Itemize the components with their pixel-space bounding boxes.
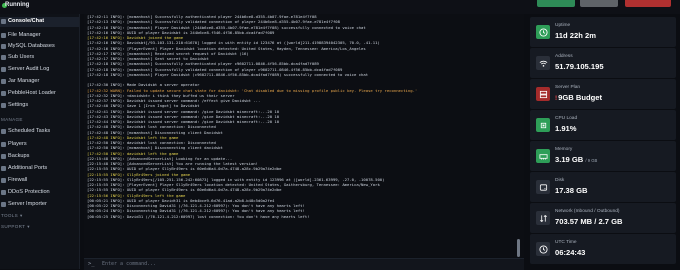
sidebar-item-firewall[interactable]: Firewall — [0, 176, 79, 186]
stat-title: UTC Time — [555, 240, 577, 245]
sidebar-item-jar-manager[interactable]: Jar Manager — [0, 77, 79, 87]
restart-button[interactable] — [580, 0, 618, 7]
server-icon — [536, 87, 550, 101]
gear-icon — [1, 103, 6, 108]
sidebar-item-backups[interactable]: Backups — [0, 152, 79, 162]
log-icon — [1, 67, 6, 72]
stat-card-memory: Memory 3.19 GB / 9 GB — [530, 141, 676, 171]
stat-title: Network (Inbound / Outbound) — [555, 209, 620, 214]
chevron-down-icon: ▾ — [20, 213, 23, 218]
stat-value: !9GB Budget — [555, 93, 602, 102]
jar-icon — [1, 79, 6, 84]
sidebar-item-server-importer[interactable]: Server Importer — [0, 200, 79, 210]
command-input[interactable] — [102, 260, 482, 268]
stat-card-time: UTC Time 06:24:43 — [530, 234, 676, 264]
calendar-icon — [1, 129, 6, 134]
wifi-icon — [536, 56, 550, 70]
console-output[interactable]: [17:42:11 INFO]: [mcmanhost] Successfull… — [84, 14, 524, 257]
users-icon — [1, 55, 6, 60]
stat-value: 17.38 GB — [555, 186, 588, 195]
sidebar-item-ddos-protection[interactable]: DDoS Protection — [0, 188, 79, 198]
sidebar-item-scheduled-tasks[interactable]: Scheduled Tasks — [0, 127, 79, 137]
stat-title: Disk — [555, 178, 565, 183]
stat-title: Address — [555, 54, 573, 59]
chevron-down-icon: ▾ — [27, 224, 30, 229]
shield-icon — [1, 190, 6, 195]
cpu-icon — [536, 118, 550, 132]
stat-value-text: 51.79.105.195 — [555, 62, 604, 71]
stat-card-plan: Server Plan !9GB Budget — [530, 79, 676, 109]
sidebar-item-server-audit-log[interactable]: Server Audit Log — [0, 65, 79, 75]
sidebar-item-players[interactable]: Players — [0, 140, 79, 150]
stat-title: CPU Load — [555, 116, 578, 121]
stat-title: Server Plan — [555, 85, 581, 90]
stat-value-text: 1.91% — [555, 124, 577, 133]
start-button[interactable] — [537, 0, 575, 7]
ports-icon — [1, 166, 6, 171]
clock-icon — [536, 25, 550, 39]
network-icon — [536, 211, 550, 225]
database-icon — [1, 44, 6, 49]
console-line: [00:05:25 INFO]: David31 (/76.121.4.212:… — [87, 213, 310, 219]
command-bar: >_ — [84, 258, 524, 270]
firewall-icon — [1, 178, 6, 183]
stat-value: 3.19 GB / 9 GB — [555, 155, 597, 164]
sidebar-item-console-chat[interactable]: Console/Chat — [0, 17, 79, 27]
sidebar: Console/Chat File Manager MySQL Database… — [0, 14, 80, 269]
stat-card-address: Address 51.79.105.195 — [530, 48, 676, 78]
stat-title: Uptime — [555, 23, 571, 28]
stat-title: Memory — [555, 147, 573, 152]
console-scrollbar[interactable] — [517, 239, 520, 257]
stat-card-network: Network (Inbound / Outbound) 703.57 MB / … — [530, 203, 676, 233]
stat-value: 06:24:43 — [555, 248, 585, 257]
stat-unit: / 9 GB — [585, 158, 598, 163]
server-status: Running — [5, 2, 30, 8]
stats-panel: Uptime 11d 22h 2m Address 51.79.105.195 Serv… — [530, 14, 677, 269]
clock-icon — [536, 242, 550, 256]
sidebar-item-file-manager[interactable]: File Manager — [0, 31, 79, 41]
backup-icon — [1, 154, 6, 159]
stat-card-uptime: Uptime 11d 22h 2m — [530, 17, 676, 47]
terminal-icon — [1, 19, 6, 24]
stat-value-text: 9GB Budget — [558, 93, 603, 102]
memory-icon — [536, 149, 550, 163]
prompt-icon: >_ — [88, 261, 95, 267]
warning-icon: ! — [555, 95, 558, 102]
sidebar-item-additional-ports[interactable]: Additional Ports — [0, 164, 79, 174]
players-icon — [1, 142, 6, 147]
loader-icon — [1, 91, 6, 96]
sidebar-item-settings[interactable]: Settings — [0, 101, 79, 111]
section-support[interactable]: SUPPORT ▾ — [1, 224, 30, 230]
sidebar-item-mysql-databases[interactable]: MySQL Databases — [0, 42, 79, 52]
stat-value-text: 3.19 GB — [555, 155, 584, 164]
stop-button[interactable] — [625, 0, 671, 7]
stat-value-text: 17.38 GB — [555, 186, 588, 195]
stat-card-disk: Disk 17.38 GB — [530, 172, 676, 202]
disk-icon — [536, 180, 550, 194]
stat-value: 703.57 MB / 2.7 GB — [555, 217, 623, 226]
console-log: [17:42:11 INFO]: [mcmanhost] Successfull… — [84, 14, 524, 219]
stat-value-text: 703.57 MB / 2.7 GB — [555, 217, 623, 226]
stat-value-text: 06:24:43 — [555, 248, 586, 257]
section-tools[interactable]: TOOLS ▾ — [1, 213, 23, 219]
stat-value-text: 11d 22h 2m — [555, 31, 596, 40]
stat-value: 11d 22h 2m — [555, 31, 596, 40]
section-manage[interactable]: MANAGE — [1, 117, 23, 122]
folder-icon — [1, 33, 6, 38]
top-bar: Running — [0, 0, 680, 14]
stat-value: 1.91% — [555, 124, 577, 133]
sidebar-item-pebblehost-loader[interactable]: PebbleHost Loader — [0, 89, 79, 99]
stat-value: 51.79.105.195 — [555, 62, 604, 71]
sidebar-item-sub-users[interactable]: Sub Users — [0, 53, 79, 63]
import-icon — [1, 202, 6, 207]
stat-card-cpu: CPU Load 1.91% — [530, 110, 676, 140]
